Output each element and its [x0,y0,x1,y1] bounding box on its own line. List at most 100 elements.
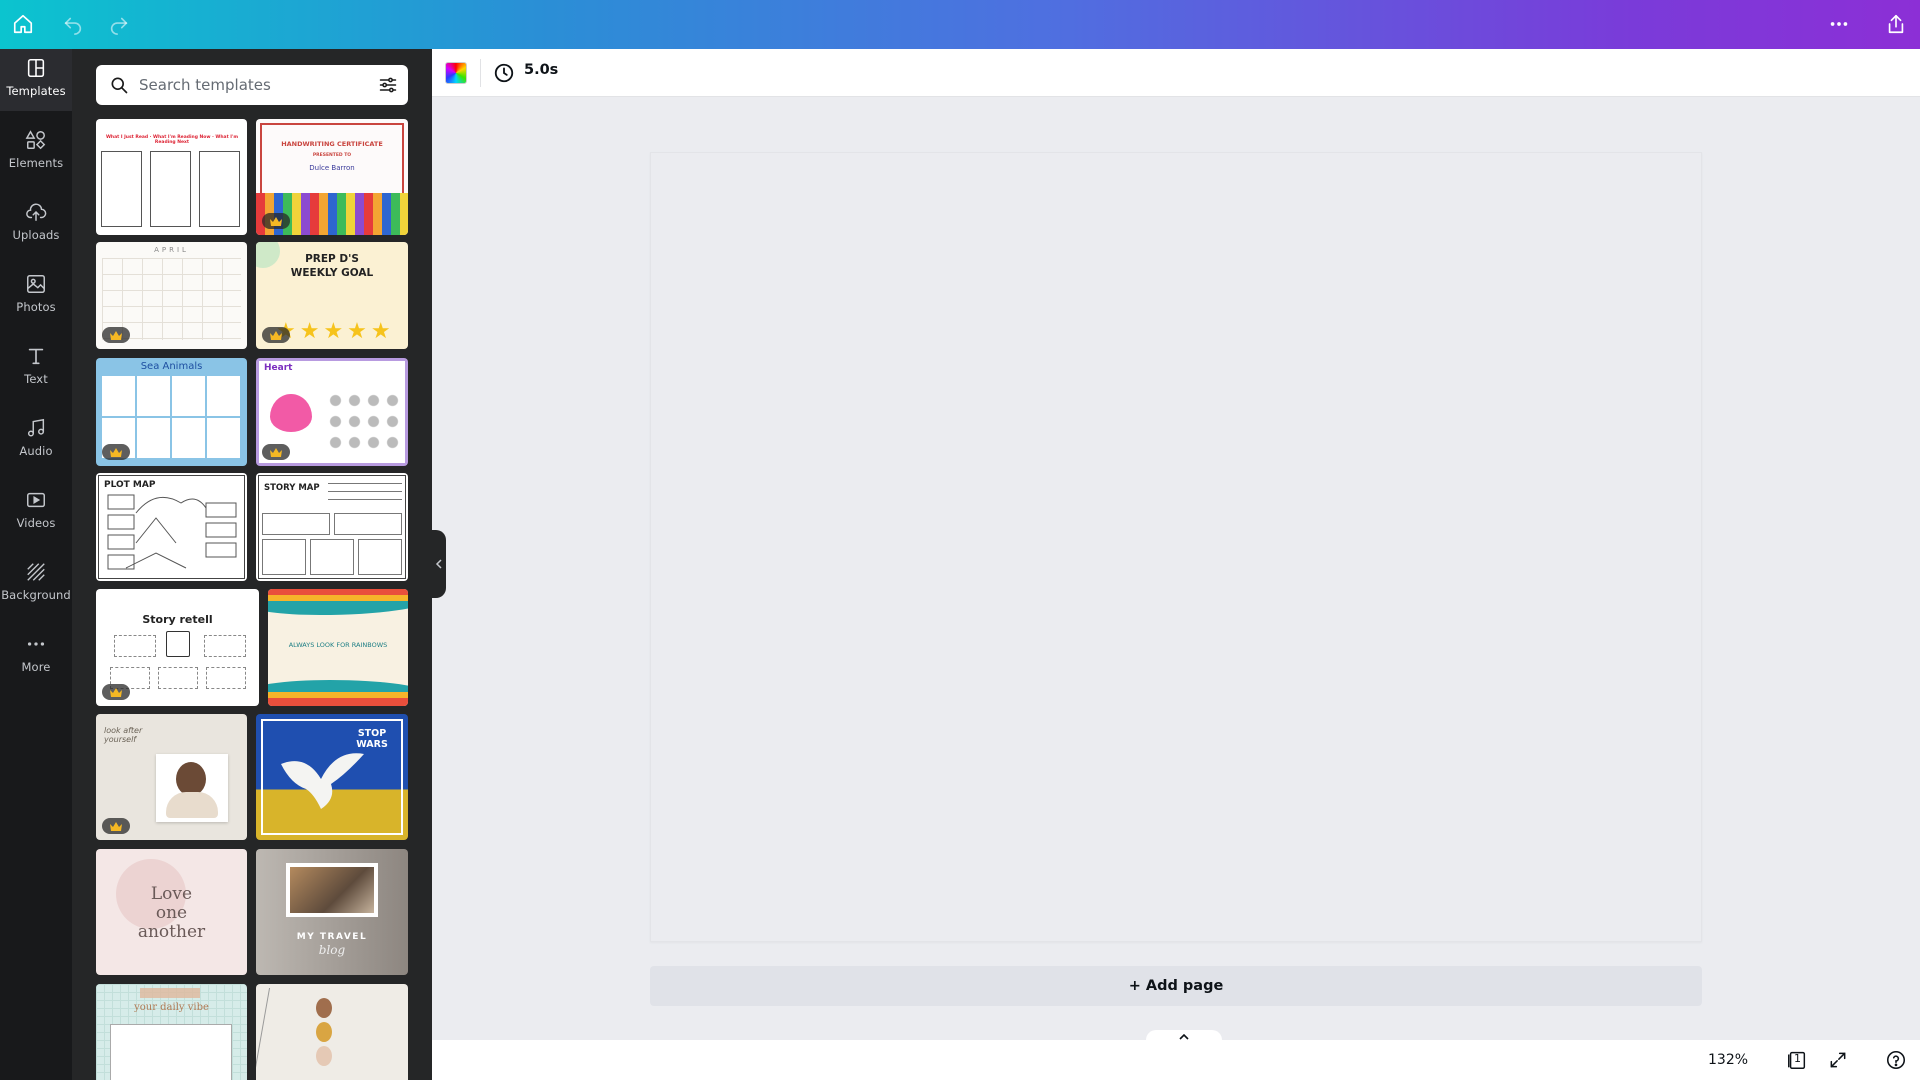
rail-item-more[interactable]: More [0,625,72,687]
rail-item-uploads[interactable]: Uploads [0,193,72,255]
template-card[interactable]: STOP WARS [256,714,408,840]
design-canvas[interactable] [650,152,1702,942]
template-card[interactable] [256,984,408,1080]
premium-badge [262,444,290,460]
template-card[interactable]: your daily vibe [96,984,247,1080]
premium-badge [102,444,130,460]
templates-panel: What I Just Read · What I'm Reading Now … [72,49,432,1080]
template-title: HANDWRITING CERTIFICATE [281,140,383,148]
chevron-left-icon [435,559,442,569]
rail-item-videos[interactable]: Videos [0,481,72,543]
crown-icon [270,330,282,340]
search-bar[interactable] [96,65,408,105]
undo-icon[interactable] [61,12,85,36]
template-name: Dulce Barron [309,164,355,172]
template-card[interactable]: look after yourself [96,714,247,840]
template-title: Heart [264,363,293,373]
crown-icon [270,216,282,226]
rail-label: More [21,660,51,674]
rail-item-photos[interactable]: Photos [0,265,72,327]
template-card[interactable]: MY TRAVEL blog [256,849,408,975]
search-icon [111,77,128,94]
uploads-icon [26,203,47,221]
rail-item-elements[interactable]: Elements [0,121,72,183]
collapse-panel-button[interactable] [432,530,446,598]
editor-footer [432,1040,1920,1080]
search-input[interactable] [139,76,359,94]
template-card[interactable]: APRIL [96,242,247,349]
canva-editor: Templates Elements Uploads Photos Text A… [0,0,1920,1080]
premium-badge [262,213,290,229]
crown-icon [110,687,122,697]
crown-icon [110,447,122,457]
premium-badge [102,818,130,834]
template-title: What I Just Read · What I'm Reading Now … [105,135,239,145]
chevron-up-icon [1179,1034,1189,1040]
template-card[interactable]: Story retell [96,589,259,706]
redo-icon[interactable] [107,12,131,36]
show-notes-toggle[interactable] [1146,1030,1222,1044]
top-bar [0,0,1920,49]
rail-label: Audio [19,444,53,458]
share-icon[interactable] [1884,12,1908,36]
template-subtitle: PRESENTED TO [312,153,352,158]
templates-icon [27,58,45,78]
template-card[interactable]: What I Just Read · What I'm Reading Now … [96,119,247,235]
add-page-button[interactable]: + Add page [650,966,1702,1006]
template-subtitle: blog [318,943,346,957]
template-title: your daily vibe [134,1002,209,1013]
fullscreen-icon[interactable] [1826,1048,1850,1072]
page-count-icon[interactable]: 1 [1785,1048,1809,1072]
crown-icon [270,447,282,457]
template-title: Love one another [137,884,206,942]
filter-icon[interactable] [378,75,398,95]
rail-item-audio[interactable]: Audio [0,409,72,471]
rail-item-text[interactable]: Text [0,337,72,399]
template-title: ALWAYS LOOK FOR RAINBOWS [288,641,388,649]
help-icon[interactable] [1884,1048,1908,1072]
duration-label[interactable]: 5.0s [524,62,558,78]
rail-item-background[interactable]: Background [0,553,72,615]
rail-label: Templates [6,84,66,98]
rail-label: Elements [8,156,64,170]
template-card[interactable]: PREP D'S WEEKLY GOAL ★★★★★ [256,242,408,349]
template-title: STORY MAP [264,483,320,493]
color-swatch-icon[interactable] [445,62,467,84]
side-rail: Templates Elements Uploads Photos Text A… [0,49,72,1080]
crown-icon [110,330,122,340]
template-card[interactable]: HANDWRITING CERTIFICATE PRESENTED TO Dul… [256,119,408,235]
more-icon [27,642,45,646]
template-card[interactable]: STORY MAP [256,473,408,581]
elements-icon [25,130,46,150]
rail-label: Background [1,588,71,602]
template-card[interactable]: PLOT MAP [96,473,247,581]
template-card[interactable]: Heart [256,358,408,466]
template-card[interactable]: ALWAYS LOOK FOR RAINBOWS [268,589,408,706]
rail-item-templates[interactable]: Templates [0,49,72,111]
template-title: MY TRAVEL [296,932,368,942]
template-title: Sea Animals [140,361,203,372]
editor-toolbar [432,49,1920,97]
toolbar-divider [480,59,481,87]
page-count: 1 [1794,1052,1801,1065]
premium-badge [102,327,130,343]
rail-label: Text [24,372,48,386]
rail-label: Uploads [12,228,60,242]
premium-badge [102,684,130,700]
rail-label: Photos [16,300,56,314]
rail-label: Videos [16,516,56,530]
more-horizontal-icon[interactable] [1827,12,1851,36]
audio-icon [27,418,45,437]
photos-icon [27,275,45,293]
template-title: look after yourself [104,726,143,744]
template-title: APRIL [154,246,189,254]
premium-badge [262,327,290,343]
background-icon [27,563,45,581]
clock-icon[interactable] [493,62,515,84]
template-title: Story retell [142,613,213,626]
crown-icon [110,821,122,831]
home-icon[interactable] [11,12,35,36]
template-card[interactable]: Love one another [96,849,247,975]
template-card[interactable]: Sea Animals [96,358,247,466]
zoom-level[interactable]: 132% [1708,1052,1748,1068]
